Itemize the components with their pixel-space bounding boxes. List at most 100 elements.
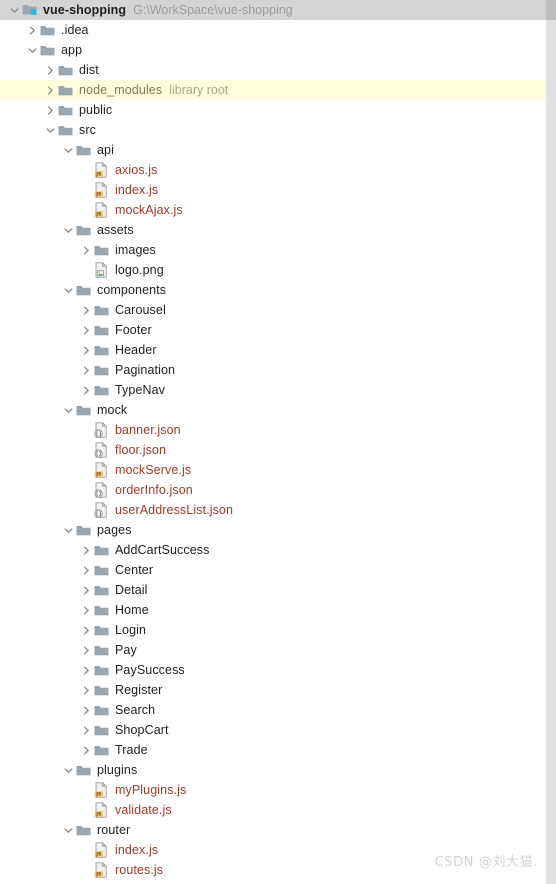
module-folder-icon xyxy=(22,0,39,20)
js-file-icon: JS xyxy=(94,840,111,860)
folder-icon xyxy=(94,720,111,740)
chevron-right-icon[interactable] xyxy=(78,380,94,400)
chevron-right-icon[interactable] xyxy=(42,80,58,100)
tree-row[interactable]: assets xyxy=(0,220,546,240)
tree-row[interactable]: pages xyxy=(0,520,546,540)
folder-icon xyxy=(94,680,111,700)
tree-row-label: Footer xyxy=(115,323,152,337)
tree-row[interactable]: Register xyxy=(0,680,546,700)
tree-row[interactable]: Detail xyxy=(0,580,546,600)
tree-row[interactable]: Pay xyxy=(0,640,546,660)
tree-row[interactable]: userAddressList.json xyxy=(0,500,546,520)
chevron-right-icon[interactable] xyxy=(78,600,94,620)
tree-row[interactable]: JS mockAjax.js xyxy=(0,200,546,220)
tree-row[interactable]: banner.json xyxy=(0,420,546,440)
tree-row[interactable]: node_modules library root xyxy=(0,80,546,100)
folder-icon xyxy=(94,540,111,560)
chevron-down-icon[interactable] xyxy=(60,400,76,420)
tree-row[interactable]: logo.png xyxy=(0,260,546,280)
chevron-down-icon[interactable] xyxy=(42,120,58,140)
tree-row[interactable]: public xyxy=(0,100,546,120)
tree-row[interactable]: Center xyxy=(0,560,546,580)
chevron-right-icon[interactable] xyxy=(24,20,40,40)
chevron-right-icon[interactable] xyxy=(42,100,58,120)
tree-row[interactable]: PaySuccess xyxy=(0,660,546,680)
tree-row[interactable]: Home xyxy=(0,600,546,620)
vertical-scrollbar[interactable] xyxy=(546,0,556,884)
chevron-down-icon[interactable] xyxy=(60,820,76,840)
tree-row[interactable]: JS mockServe.js xyxy=(0,460,546,480)
folder-icon xyxy=(94,600,111,620)
folder-icon xyxy=(40,40,57,60)
tree-row-label: banner.json xyxy=(115,423,181,437)
tree-row[interactable]: TypeNav xyxy=(0,380,546,400)
tree-row-label: validate.js xyxy=(115,803,172,817)
tree-row[interactable]: api xyxy=(0,140,546,160)
tree-row-label: PaySuccess xyxy=(115,663,185,677)
tree-row[interactable]: dist xyxy=(0,60,546,80)
chevron-right-icon[interactable] xyxy=(78,300,94,320)
project-tree-panel[interactable]: vue-shopping G:\WorkSpace\vue-shopping .id… xyxy=(0,0,546,884)
tree-row[interactable]: Login xyxy=(0,620,546,640)
tree-row[interactable]: JS myPlugins.js xyxy=(0,780,546,800)
tree-row[interactable]: JS validate.js xyxy=(0,800,546,820)
svg-text:JS: JS xyxy=(95,872,101,878)
chevron-right-icon[interactable] xyxy=(78,360,94,380)
chevron-down-icon[interactable] xyxy=(6,0,22,20)
tree-row[interactable]: app xyxy=(0,40,546,60)
tree-row-label: Center xyxy=(115,563,154,577)
tree-row[interactable]: orderInfo.json xyxy=(0,480,546,500)
chevron-right-icon[interactable] xyxy=(78,700,94,720)
tree-row[interactable]: plugins xyxy=(0,760,546,780)
tree-row[interactable]: vue-shopping G:\WorkSpace\vue-shopping xyxy=(0,0,546,20)
tree-row-label: router xyxy=(97,823,131,837)
tree-row[interactable]: ShopCart xyxy=(0,720,546,740)
chevron-right-icon[interactable] xyxy=(78,580,94,600)
tree-row[interactable]: JS index.js xyxy=(0,180,546,200)
tree-row-label: mockServe.js xyxy=(115,463,192,477)
tree-row[interactable]: Trade xyxy=(0,740,546,760)
chevron-down-icon[interactable] xyxy=(60,220,76,240)
tree-row[interactable]: components xyxy=(0,280,546,300)
chevron-right-icon[interactable] xyxy=(78,640,94,660)
tree-row[interactable]: floor.json xyxy=(0,440,546,460)
tree-row[interactable]: .idea xyxy=(0,20,546,40)
chevron-right-icon[interactable] xyxy=(78,320,94,340)
folder-icon xyxy=(94,640,111,660)
chevron-right-icon[interactable] xyxy=(78,740,94,760)
chevron-down-icon[interactable] xyxy=(60,280,76,300)
tree-row[interactable]: router xyxy=(0,820,546,840)
chevron-right-icon[interactable] xyxy=(78,720,94,740)
chevron-right-icon[interactable] xyxy=(78,540,94,560)
chevron-down-icon[interactable] xyxy=(24,40,40,60)
tree-row-label: src xyxy=(79,123,96,137)
tree-row[interactable]: AddCartSuccess xyxy=(0,540,546,560)
csdn-watermark: CSDN @刘大猫. xyxy=(434,855,538,870)
chevron-right-icon[interactable] xyxy=(78,620,94,640)
chevron-right-icon[interactable] xyxy=(78,340,94,360)
chevron-down-icon[interactable] xyxy=(60,760,76,780)
image-file-icon xyxy=(94,260,111,280)
scrollbar-thumb[interactable] xyxy=(546,0,556,20)
chevron-right-icon[interactable] xyxy=(78,560,94,580)
tree-row[interactable]: Header xyxy=(0,340,546,360)
tree-row[interactable]: src xyxy=(0,120,546,140)
chevron-right-icon[interactable] xyxy=(78,660,94,680)
chevron-right-icon[interactable] xyxy=(78,680,94,700)
tree-row[interactable]: Footer xyxy=(0,320,546,340)
chevron-right-icon[interactable] xyxy=(78,240,94,260)
tree-row[interactable]: JS axios.js xyxy=(0,160,546,180)
tree-row[interactable]: mock xyxy=(0,400,546,420)
tree-row[interactable]: images xyxy=(0,240,546,260)
tree-row[interactable]: Search xyxy=(0,700,546,720)
tree-row[interactable]: Carousel xyxy=(0,300,546,320)
chevron-right-icon[interactable] xyxy=(42,60,58,80)
chevron-down-icon[interactable] xyxy=(60,520,76,540)
tree-row[interactable]: Pagination xyxy=(0,360,546,380)
chevron-down-icon[interactable] xyxy=(60,140,76,160)
folder-icon xyxy=(94,380,111,400)
